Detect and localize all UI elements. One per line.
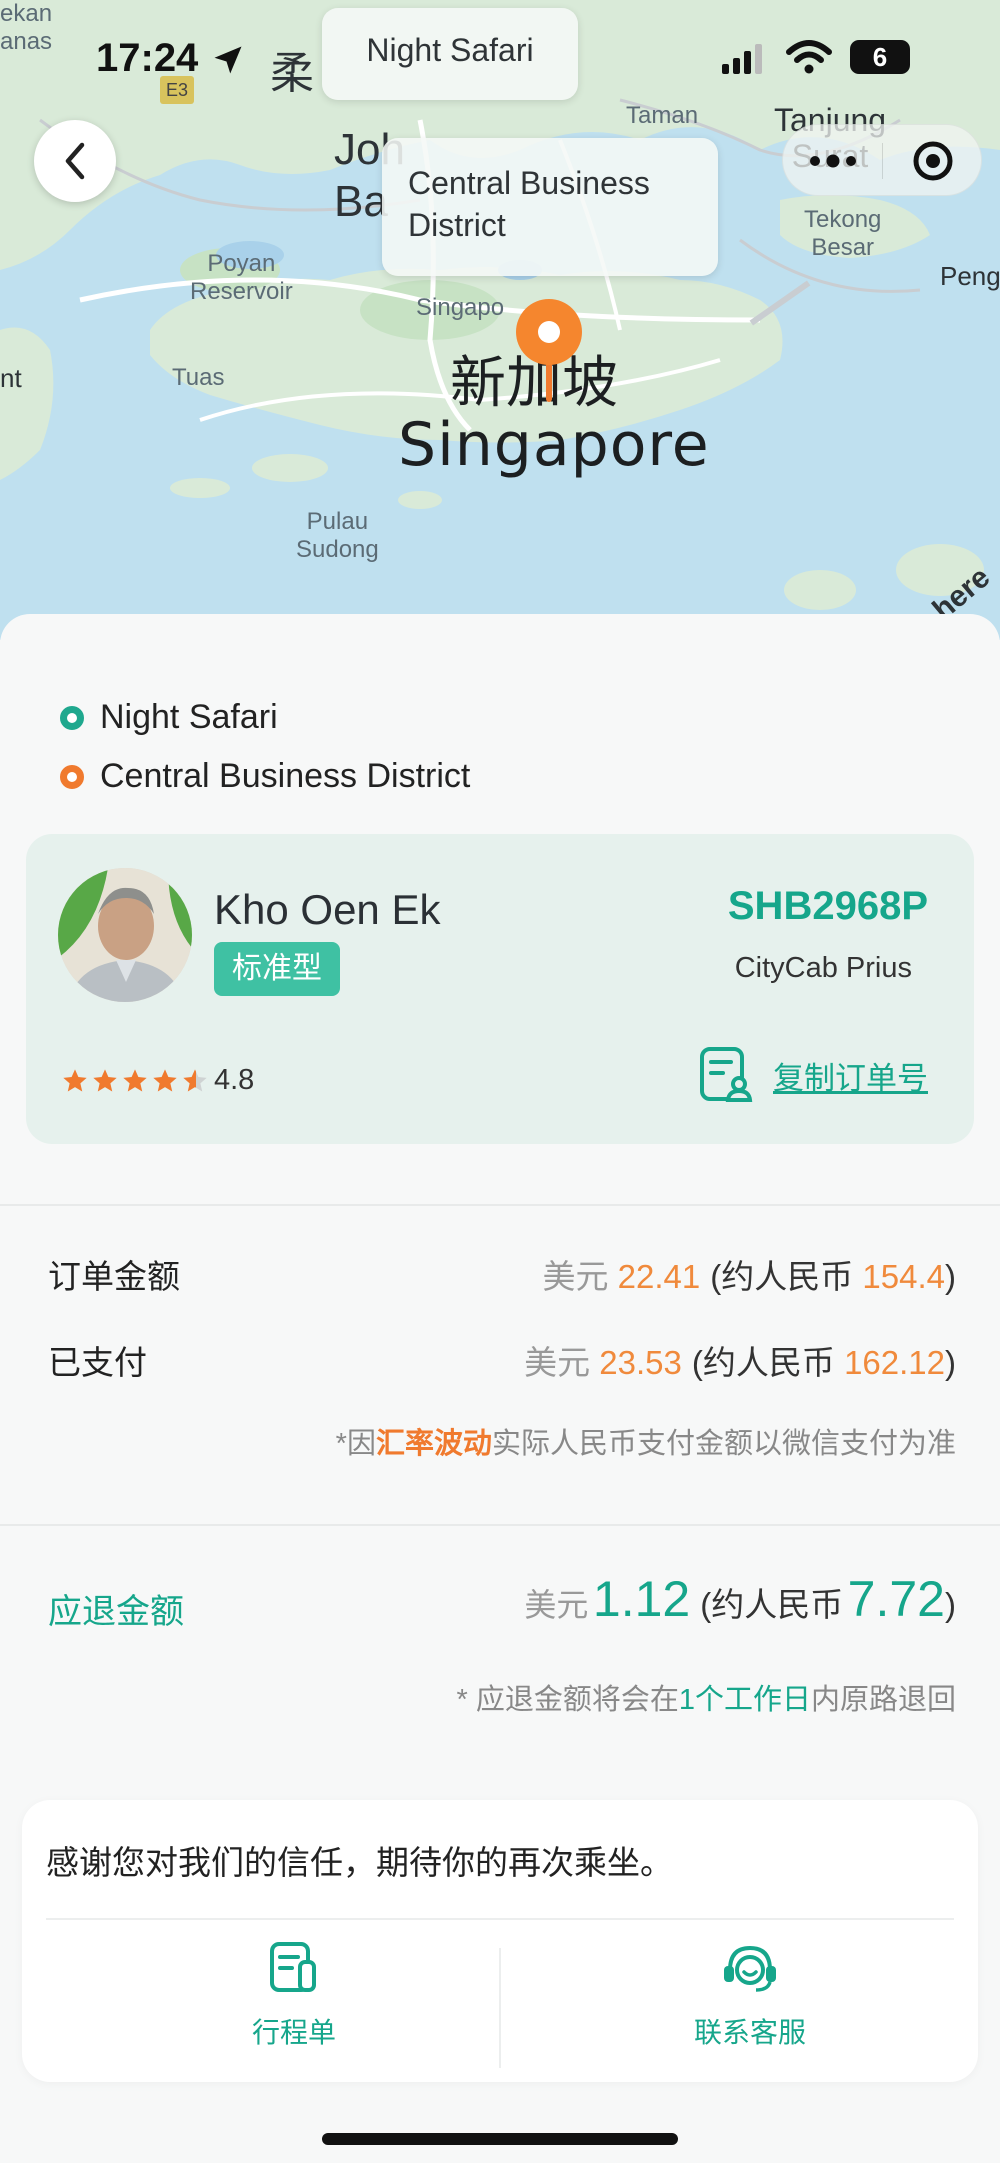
star-icon bbox=[153, 1068, 177, 1091]
car-model: CityCab Prius bbox=[734, 952, 912, 984]
status-time: 17:24 bbox=[96, 36, 199, 80]
order-amount-cny: 154.4 bbox=[862, 1258, 945, 1295]
rating-value: 4.8 bbox=[214, 1064, 255, 1096]
section-divider bbox=[0, 1524, 1000, 1526]
refund-value: 美元 1.12 (约人民币 7.72) bbox=[524, 1570, 956, 1628]
order-amount-approx-prefix: (约人民币 bbox=[710, 1258, 854, 1295]
thanks-message: 感谢您对我们的信任，期待你的再次乘坐。 bbox=[46, 1844, 673, 1881]
order-amount-label: 订单金额 bbox=[48, 1258, 180, 1295]
copy-order-button[interactable]: 复制订单号 bbox=[699, 1046, 928, 1104]
target-icon[interactable] bbox=[911, 139, 955, 183]
trip-document-icon bbox=[270, 1942, 316, 1992]
refund-currency: 美元 bbox=[524, 1587, 589, 1623]
home-indicator bbox=[322, 2133, 678, 2145]
star-half-icon bbox=[183, 1068, 207, 1091]
route-start: Night Safari bbox=[60, 698, 278, 737]
start-dot-icon bbox=[60, 705, 84, 730]
route-end: Central Business District bbox=[60, 757, 470, 796]
map-label-kekan: ekan anas bbox=[0, 0, 53, 55]
star-icon bbox=[63, 1068, 87, 1091]
refund-note-suffix: 内原路退回 bbox=[810, 1684, 956, 1716]
refund-note: * 应退金额将会在1个工作日内原路退回 bbox=[457, 1676, 957, 1718]
location-arrow-icon bbox=[214, 46, 242, 74]
end-location-bubble: Central Business District bbox=[382, 138, 718, 276]
wifi-icon bbox=[786, 40, 832, 74]
trip-receipt-label: 行程单 bbox=[251, 2017, 336, 2048]
map-city-name-en: Singapore bbox=[398, 410, 710, 480]
exchange-note-prefix: *因 bbox=[335, 1428, 376, 1460]
route-start-label: Night Safari bbox=[100, 698, 278, 736]
paid-value: 美元 23.53 (约人民币 162.12) bbox=[524, 1336, 956, 1384]
map-label-peng: Peng bbox=[940, 261, 1000, 291]
map-label-singapo: Singapo bbox=[416, 294, 505, 321]
battery-indicator: 6 bbox=[850, 40, 910, 74]
mini-program-capsule bbox=[782, 124, 982, 196]
refund-approx-suffix: ) bbox=[945, 1586, 956, 1623]
map-label-pulau: Pulau Sudong bbox=[296, 508, 379, 563]
headset-icon bbox=[724, 1945, 776, 1992]
order-amount-value: 美元 22.41 (约人民币 154.4) bbox=[542, 1250, 956, 1298]
paid-label: 已支付 bbox=[48, 1344, 147, 1381]
paid-approx-suffix: ) bbox=[945, 1344, 956, 1381]
refund-label: 应退金额 bbox=[48, 1593, 184, 1631]
map-label-tuas: Tuas bbox=[172, 364, 225, 391]
order-amount-usd: 22.41 bbox=[617, 1258, 701, 1295]
back-button[interactable] bbox=[34, 120, 116, 202]
refund-cny: 7.72 bbox=[847, 1571, 945, 1627]
star-icon bbox=[93, 1068, 117, 1091]
paid-cny: 162.12 bbox=[844, 1344, 945, 1381]
capsule-divider bbox=[882, 143, 883, 179]
footer-divider bbox=[46, 1918, 954, 1920]
star-icon bbox=[123, 1068, 147, 1091]
map-label-poyan: Poyan Reservoir bbox=[190, 250, 293, 305]
driver-avatar bbox=[58, 868, 192, 1002]
map-view[interactable]: ekan anas E3 柔 Joh Ba Taman Tanjung Sura… bbox=[0, 0, 1000, 640]
paid-currency: 美元 bbox=[524, 1344, 591, 1381]
map-label-rou: 柔 bbox=[270, 49, 314, 98]
driver-photo bbox=[58, 868, 192, 1002]
exchange-rate-note: *因汇率波动实际人民币支付金额以微信支付为准 bbox=[336, 1420, 956, 1462]
trip-receipt-button[interactable]: 行程单 bbox=[144, 1940, 444, 2051]
contact-support-label: 联系客服 bbox=[693, 2017, 806, 2048]
contact-support-button[interactable]: 联系客服 bbox=[600, 1940, 900, 2051]
exchange-note-highlight: 汇率波动 bbox=[375, 1428, 492, 1460]
copy-order-label: 复制订单号 bbox=[773, 1060, 928, 1096]
car-type-badge: 标准型 bbox=[214, 942, 340, 996]
signal-icon bbox=[722, 44, 762, 74]
map-label-tekong: Tekong Besar bbox=[804, 206, 882, 261]
license-plate: SHB2968P bbox=[727, 884, 928, 928]
driver-rating: 4.8 bbox=[60, 1064, 254, 1097]
refund-approx-prefix: (约人民币 bbox=[700, 1586, 844, 1623]
footer-vertical-divider bbox=[499, 1948, 501, 2068]
end-dot-icon bbox=[60, 764, 84, 789]
map-label-nt: nt bbox=[0, 363, 22, 393]
section-divider bbox=[0, 1204, 1000, 1206]
refund-note-prefix: * 应退金额将会在 bbox=[456, 1684, 679, 1716]
exchange-note-suffix: 实际人民币支付金额以微信支付为准 bbox=[491, 1428, 956, 1460]
paid-usd: 23.53 bbox=[599, 1344, 682, 1381]
driver-name: Kho Oen Ek bbox=[214, 886, 441, 933]
map-label-taman: Taman bbox=[626, 102, 699, 129]
chevron-left-icon bbox=[65, 142, 85, 180]
order-copy-icon bbox=[700, 1047, 753, 1102]
refund-note-highlight: 1个工作日 bbox=[678, 1684, 811, 1716]
more-dots-icon[interactable] bbox=[805, 143, 861, 179]
route-end-label: Central Business District bbox=[100, 757, 471, 795]
refund-usd: 1.12 bbox=[592, 1571, 691, 1627]
map-pin-icon bbox=[516, 299, 582, 402]
footer-card: 感谢您对我们的信任，期待你的再次乘坐。 行程单 联系客服 bbox=[22, 1800, 978, 2082]
order-detail-sheet: Night Safari Central Business District K… bbox=[0, 614, 1000, 2163]
start-location-bubble: Night Safari bbox=[322, 8, 578, 100]
driver-card: Kho Oen Ek 标准型 SHB2968P CityCab Prius 4.… bbox=[26, 834, 974, 1144]
paid-approx-prefix: (约人民币 bbox=[691, 1344, 835, 1381]
order-amount-approx-suffix: ) bbox=[945, 1258, 956, 1295]
order-amount-currency: 美元 bbox=[542, 1258, 609, 1295]
